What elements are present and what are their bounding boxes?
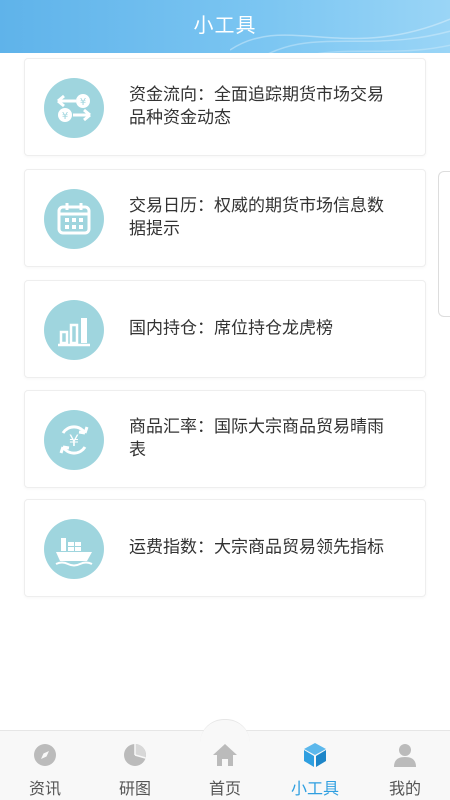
bar-chart-icon [44,300,104,360]
home-icon [211,741,239,769]
tab-home[interactable]: 首页 [180,737,270,799]
tab-news[interactable]: 资讯 [0,737,90,799]
tab-research-charts[interactable]: 研图 [90,737,180,799]
compass-icon [31,741,59,769]
app-header: 小工具 [0,0,450,53]
svg-text:¥: ¥ [62,111,68,122]
cargo-ship-icon [44,519,104,579]
tool-card-trading-calendar[interactable]: 交易日历：权威的期货市场信息数据提示 [24,169,426,267]
cube-icon [301,741,329,769]
pie-chart-icon [121,741,149,769]
user-icon [391,741,419,769]
tab-label: 首页 [208,779,241,798]
tool-card-domestic-positions[interactable]: 国内持仓：席位持仓龙虎榜 [24,280,426,378]
tool-card-freight-index[interactable]: 运费指数：大宗商品贸易领先指标 [24,499,426,597]
tab-label: 资讯 [28,779,61,798]
yen-cycle-icon: ¥ [44,410,104,470]
tools-list: ¥ ¥ 资金流向：全面追踪期货市场交易品种资金动态 交易日历：权威的期货市场信息… [0,53,450,730]
tool-card-text: 交易日历：权威的期货市场信息数据提示 [129,196,384,239]
tool-card-fund-flow[interactable]: ¥ ¥ 资金流向：全面追踪期货市场交易品种资金动态 [24,58,426,156]
tool-card-text: 资金流向：全面追踪期货市场交易品种资金动态 [129,85,384,128]
tab-label: 研图 [118,779,151,798]
tab-tools[interactable]: 小工具 [270,737,360,799]
tab-mine[interactable]: 我的 [360,737,450,799]
tool-card-text: 商品汇率：国际大宗商品贸易晴雨表 [129,417,384,460]
page-title: 小工具 [193,13,257,37]
tool-card-text: 国内持仓：席位持仓龙虎榜 [129,318,333,339]
tab-label: 我的 [388,779,421,798]
svg-text:¥: ¥ [80,97,86,108]
side-edge-tab[interactable] [438,171,450,317]
tab-label: 小工具 [290,779,339,798]
currency-exchange-arrows-icon: ¥ ¥ [44,78,104,138]
calendar-icon [44,189,104,249]
bottom-tab-bar: 资讯 研图 首页 小工具 我的 [0,719,450,800]
tool-card-commodity-exchange-rate[interactable]: ¥ 商品汇率：国际大宗商品贸易晴雨表 [24,390,426,488]
tool-card-text: 运费指数：大宗商品贸易领先指标 [129,537,384,558]
svg-text:¥: ¥ [69,431,79,450]
